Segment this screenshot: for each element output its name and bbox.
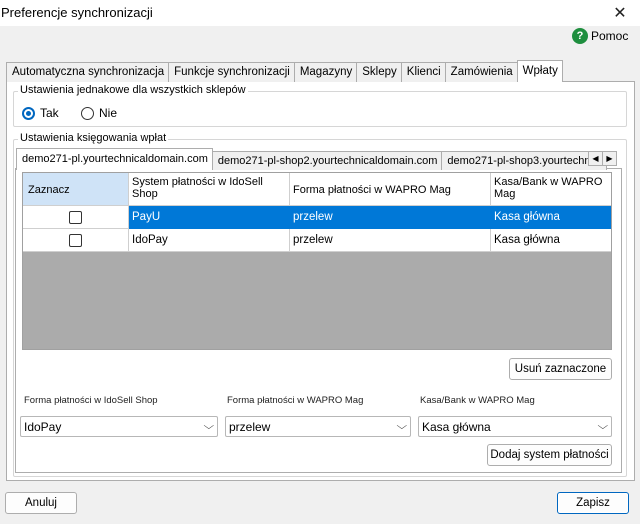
scroll-right-button[interactable]: ▶: [602, 151, 617, 166]
shop-tabs-scroll: ◀ ▶: [588, 151, 617, 166]
save-button[interactable]: Zapisz: [557, 492, 629, 514]
tab-zamowienia[interactable]: Zamówienia: [444, 62, 518, 82]
tab-funkcje-synchronizacji[interactable]: Funkcje synchronizacji: [168, 62, 295, 82]
idosell-payment-value: IdoPay: [24, 419, 62, 434]
radio-tak-indicator[interactable]: [22, 106, 35, 120]
shop-tabs: demo271-pl.yourtechnicaldomain.com demo2…: [16, 148, 608, 170]
chevron-down-icon: ⌵: [396, 421, 408, 432]
row-system[interactable]: PayU: [129, 206, 290, 229]
tab-klienci[interactable]: Klienci: [400, 62, 446, 82]
tab-wplaty[interactable]: Wpłaty: [516, 60, 563, 82]
column-header-form[interactable]: Forma płatności w WAPRO Mag: [290, 173, 491, 206]
help-icon: ?: [572, 28, 588, 44]
chevron-left-icon: ◀: [592, 154, 599, 163]
wapro-payment-select[interactable]: przelew ⌵: [225, 416, 411, 437]
row-checkbox[interactable]: [69, 233, 82, 247]
tab-magazyny[interactable]: Magazyny: [293, 62, 358, 82]
close-button[interactable]: ✕: [600, 0, 640, 26]
cash-bank-value: Kasa główna: [422, 419, 491, 434]
close-icon: ✕: [613, 5, 627, 22]
main-tabs: Automatyczna synchronizacja Funkcje sync…: [6, 60, 563, 82]
chevron-right-icon: ▶: [606, 154, 613, 163]
idosell-payment-label: Forma płatności w IdoSell Shop: [24, 395, 158, 406]
column-header-cash[interactable]: Kasa/Bank w WAPRO Mag: [491, 173, 611, 206]
row-form[interactable]: przelew: [290, 206, 491, 229]
window-title: Preferencje synchronizacji: [1, 5, 153, 20]
add-payment-system-button[interactable]: Dodaj system płatności: [487, 444, 612, 466]
cash-bank-label: Kasa/Bank w WAPRO Mag: [420, 395, 535, 406]
tab-shop-demo271-pl-shop3[interactable]: demo271-pl-shop3.yourtechnicaldomain.com: [441, 151, 608, 170]
wapro-payment-label: Forma płatności w WAPRO Mag: [227, 395, 364, 406]
row-cash[interactable]: Kasa główna: [491, 206, 611, 229]
help-label: Pomoc: [591, 29, 629, 43]
cash-bank-select[interactable]: Kasa główna ⌵: [418, 416, 612, 437]
same-settings-legend: Ustawienia jednakowe dla wszystkich skle…: [18, 84, 248, 96]
posting-settings-legend: Ustawienia księgowania wpłat: [18, 132, 169, 144]
table-row[interactable]: PayU przelew Kasa główna: [23, 206, 611, 229]
chevron-down-icon: ⌵: [597, 421, 609, 432]
idosell-payment-select[interactable]: IdoPay ⌵: [20, 416, 218, 437]
row-checkbox[interactable]: [69, 210, 82, 224]
row-checkbox-cell[interactable]: [23, 229, 129, 252]
row-system[interactable]: IdoPay: [129, 229, 290, 252]
tab-automatyczna-synchronizacja[interactable]: Automatyczna synchronizacja: [6, 62, 170, 82]
tab-shop-demo271-pl-shop2[interactable]: demo271-pl-shop2.yourtechnicaldomain.com: [211, 151, 443, 170]
grid-header: Zaznacz System płatności w IdoSell Shop …: [23, 173, 611, 206]
column-header-system[interactable]: System płatności w IdoSell Shop: [129, 173, 290, 206]
tab-shop-demo271-pl[interactable]: demo271-pl.yourtechnicaldomain.com: [16, 148, 213, 170]
column-header-zaznacz[interactable]: Zaznacz: [23, 173, 129, 206]
tab-sklepy[interactable]: Sklepy: [356, 62, 402, 82]
radio-nie-indicator[interactable]: [81, 106, 94, 120]
radio-tak-label: Tak: [40, 106, 59, 120]
radio-tak[interactable]: Tak: [22, 106, 59, 120]
radio-nie-label: Nie: [99, 106, 118, 120]
cancel-button[interactable]: Anuluj: [5, 492, 77, 514]
wapro-payment-value: przelew: [229, 419, 271, 434]
payments-grid: Zaznacz System płatności w IdoSell Shop …: [22, 172, 612, 350]
row-checkbox-cell[interactable]: [23, 206, 129, 229]
remove-selected-button[interactable]: Usuń zaznaczone: [509, 358, 612, 380]
chevron-down-icon: ⌵: [203, 421, 215, 432]
row-cash[interactable]: Kasa główna: [491, 229, 611, 252]
help-button[interactable]: ? Pomoc: [572, 27, 628, 45]
table-row[interactable]: IdoPay przelew Kasa główna: [23, 229, 611, 252]
radio-nie[interactable]: Nie: [81, 106, 117, 120]
scroll-left-button[interactable]: ◀: [588, 151, 603, 166]
row-form[interactable]: przelew: [290, 229, 491, 252]
